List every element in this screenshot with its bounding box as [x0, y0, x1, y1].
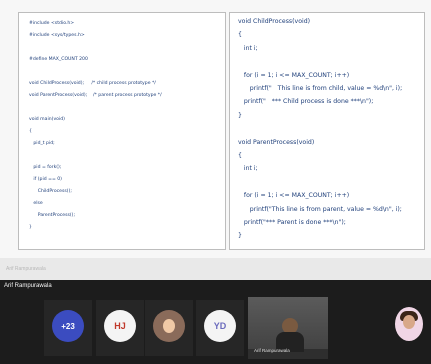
- more-participants-badge[interactable]: +23: [52, 310, 84, 342]
- video-tile[interactable]: Arif Rampurawala: [248, 297, 328, 359]
- portrait-face: [403, 315, 415, 329]
- code-line: void ParentProcess(void); /* parent proc…: [29, 93, 162, 98]
- code-line: for (i = 1; i <= MAX_COUNT; i++): [238, 71, 350, 79]
- code-line: void main(void): [29, 117, 65, 122]
- code-line: }: [238, 111, 242, 119]
- avatar-photo[interactable]: [153, 310, 185, 342]
- code-line: void ChildProcess(void): [238, 18, 311, 25]
- strip-label: Arif Rampurawala: [6, 266, 46, 272]
- code-line: else: [29, 201, 43, 206]
- code-line: if (pid == 0): [29, 177, 62, 182]
- participant-portrait[interactable]: [395, 307, 423, 341]
- avatar-face-icon: [163, 319, 175, 333]
- code-line: #define MAX_COUNT 200: [29, 57, 88, 62]
- code-line: }: [238, 232, 242, 240]
- avatar-yd[interactable]: YD: [204, 310, 236, 342]
- code-line: int i;: [238, 165, 258, 173]
- screen-share-strip: Arif Rampurawala: [0, 258, 431, 280]
- participant-tile-more[interactable]: +23: [44, 300, 92, 356]
- code-line: void ChildProcess(void); /* child proces…: [29, 81, 156, 86]
- shared-screen-slide: #include <stdio.h> #include <sys/types.h>…: [0, 0, 431, 258]
- code-line: }: [29, 225, 32, 230]
- code-line: ChildProcess();: [29, 189, 72, 194]
- code-line: printf("This line is from parent, value …: [238, 205, 402, 213]
- code-line: printf(" This line is from child, value …: [238, 85, 403, 92]
- participant-tile-hj[interactable]: HJ: [96, 300, 144, 356]
- code-line: {: [238, 31, 242, 39]
- code-panel-right: void ChildProcess(void) { int i; for (i =…: [229, 12, 425, 250]
- code-line: ParentProcess();: [29, 213, 76, 218]
- code-line: pid = fork();: [29, 165, 62, 170]
- code-line: printf("*** Parent is done ***\n");: [238, 219, 346, 226]
- code-line: #include <sys/types.h>: [29, 33, 85, 38]
- code-line: {: [238, 152, 242, 159]
- code-line: pid_t pid;: [29, 141, 55, 146]
- participant-tile-yd[interactable]: YD: [196, 300, 244, 356]
- code-line: for (i = 1; i <= MAX_COUNT; i++): [238, 192, 350, 200]
- code-line: printf(" *** Child process is done ***\n…: [238, 98, 374, 106]
- code-panel-left: #include <stdio.h> #include <sys/types.h>…: [18, 12, 226, 250]
- participant-tile-photo[interactable]: [145, 300, 193, 356]
- code-line: {: [29, 129, 32, 134]
- host-name: Arif Rampurawala: [4, 283, 52, 289]
- avatar-hj[interactable]: HJ: [104, 310, 136, 342]
- code-line: int i;: [238, 44, 258, 52]
- code-line: #include <stdio.h>: [29, 21, 75, 26]
- video-participant-name: Arif Rampurawala: [254, 348, 290, 353]
- code-line: void ParentProcess(void): [238, 138, 315, 146]
